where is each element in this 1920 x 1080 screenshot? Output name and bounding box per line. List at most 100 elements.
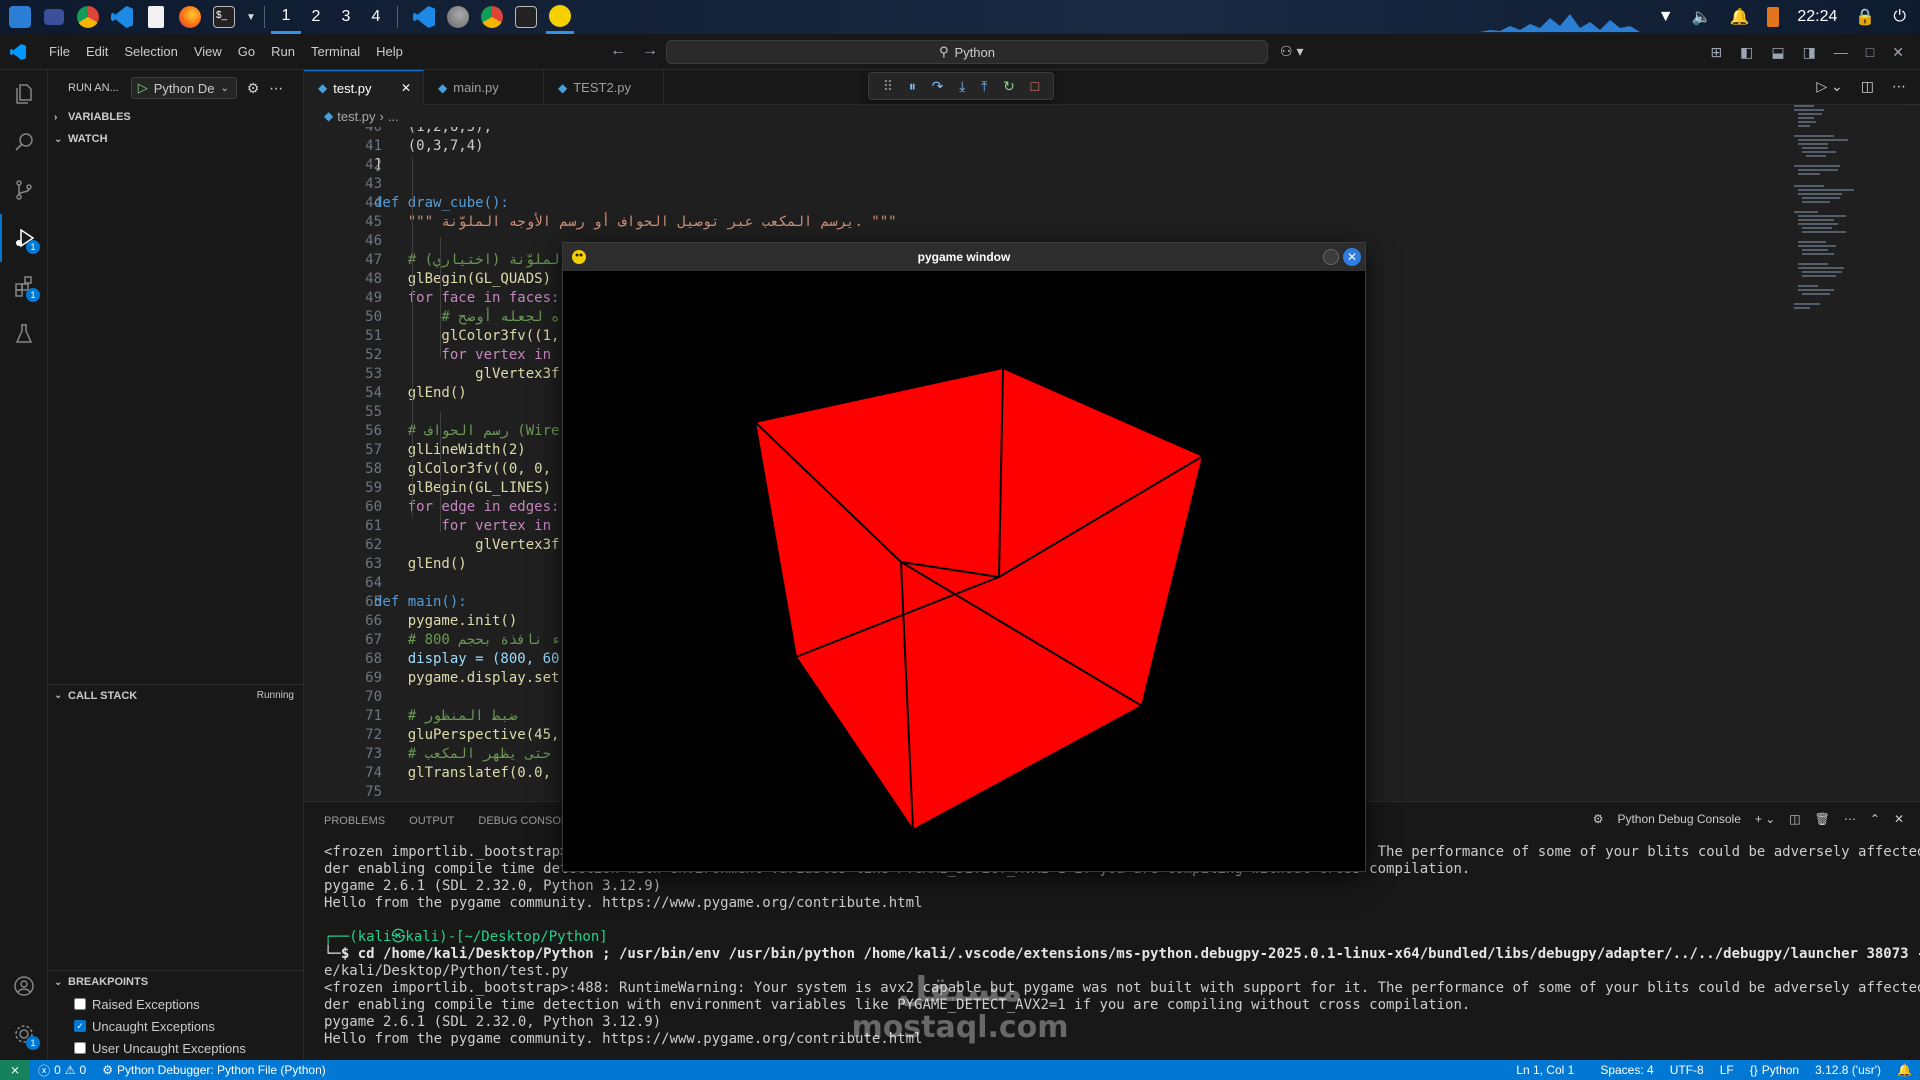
pause-icon[interactable]: ⏸ [909, 78, 916, 95]
new-terminal-icon[interactable]: + ⌄ [1755, 812, 1775, 826]
call-stack-section-header[interactable]: ⌄ CALL STACK Running [48, 684, 304, 706]
lock-icon[interactable]: 🔒 [1855, 7, 1875, 27]
account-icon[interactable] [0, 962, 48, 1010]
vscode-icon[interactable] [108, 3, 136, 31]
more-actions-icon[interactable]: ⋯ [1844, 812, 1856, 826]
source-control-icon[interactable] [0, 166, 48, 214]
menu-view[interactable]: View [187, 44, 229, 59]
pygame-titlebar[interactable]: pygame window ✕ [563, 243, 1365, 271]
search-icon[interactable] [0, 118, 48, 166]
tab-main-py[interactable]: ◆ main.py [424, 70, 544, 105]
tab-debug-console[interactable]: DEBUG CONSOLE [478, 815, 574, 827]
workspace-4[interactable]: 4 [361, 0, 391, 34]
menu-selection[interactable]: Selection [117, 44, 184, 59]
drag-handle-icon[interactable]: ⠿ [883, 78, 893, 95]
toggle-sidebar-icon[interactable]: ◧ [1740, 44, 1753, 61]
breakpoint-raised-exceptions[interactable]: Raised Exceptions [48, 993, 304, 1015]
split-editor-icon[interactable]: ◫ [1861, 78, 1874, 95]
tab-problems[interactable]: PROBLEMS [324, 815, 385, 827]
remote-indicator-icon[interactable]: ⨯ [0, 1060, 31, 1080]
workspace-2[interactable]: 2 [301, 0, 331, 34]
settings-gear-icon[interactable]: 1 [0, 1010, 48, 1058]
encoding[interactable]: UTF-8 [1662, 1063, 1712, 1077]
end-of-line[interactable]: LF [1712, 1063, 1742, 1077]
pygame-canvas[interactable] [563, 271, 1365, 871]
cursor-position[interactable]: Ln 1, Col 1 [1508, 1063, 1582, 1077]
command-center-search[interactable]: ⚲ Python [666, 40, 1268, 64]
more-actions-icon[interactable]: ⋯ [269, 80, 283, 97]
language-mode[interactable]: {} Python [1742, 1063, 1807, 1077]
clock[interactable]: 22:24 [1797, 8, 1837, 26]
firefox-icon[interactable] [176, 3, 204, 31]
copilot-icon[interactable]: ⚇ ▾ [1280, 43, 1303, 60]
debugger-status[interactable]: ⚙ Python Debugger: Python File (Python) [94, 1063, 334, 1077]
breakpoints-section-header[interactable]: ⌄ BREAKPOINTS [48, 971, 304, 993]
back-arrow-icon[interactable]: ← [610, 42, 626, 60]
notification-bell-icon[interactable]: 🔔 [1729, 7, 1749, 27]
step-into-icon[interactable]: ⤓ [959, 78, 965, 95]
breakpoint-uncaught-exceptions[interactable]: ✓ Uncaught Exceptions [48, 1015, 304, 1037]
indentation[interactable]: Spaces: 4 [1592, 1063, 1661, 1077]
volume-icon[interactable]: 🔈 [1692, 7, 1712, 27]
pygame-task-icon[interactable] [546, 0, 574, 34]
pygame-window[interactable]: pygame window ✕ [562, 242, 1366, 872]
close-button[interactable]: ✕ [1343, 248, 1361, 266]
problems-indicator[interactable]: ⓧ 0 ⚠ 0 [30, 1062, 94, 1079]
firefox-task-icon[interactable] [444, 3, 472, 31]
vscode-task-icon[interactable] [410, 3, 438, 31]
terminal-name[interactable]: Python Debug Console [1617, 812, 1740, 826]
toggle-secondary-sidebar-icon[interactable]: ◨ [1803, 44, 1816, 61]
chevron-down-icon[interactable]: ▼ [244, 3, 258, 31]
customize-layout-icon[interactable]: ⊞ [1710, 44, 1722, 61]
variables-section-header[interactable]: › VARIABLES [48, 106, 303, 128]
stop-icon[interactable]: □ [1031, 78, 1039, 94]
chrome-task-icon[interactable] [478, 3, 506, 31]
minimize-icon[interactable]: — [1834, 44, 1848, 60]
close-tab-icon[interactable]: ✕ [401, 81, 411, 95]
run-debug-icon[interactable]: 1 [0, 214, 48, 262]
close-icon[interactable]: ✕ [1892, 44, 1904, 61]
menu-file[interactable]: File [42, 44, 77, 59]
minimap[interactable] [1784, 105, 1904, 801]
terminal-output[interactable]: <frozen importlib._bootstrap>:488: Runti… [324, 844, 1920, 1048]
breakpoint-user-uncaught-exceptions[interactable]: User Uncaught Exceptions [48, 1037, 304, 1059]
watch-section-header[interactable]: ⌄ WATCH [48, 128, 303, 150]
forward-arrow-icon[interactable]: → [642, 42, 658, 60]
menu-edit[interactable]: Edit [79, 44, 115, 59]
more-actions-icon[interactable]: ⋯ [1892, 78, 1906, 95]
maximize-panel-icon[interactable]: ⌃ [1870, 812, 1880, 826]
chrome-icon[interactable] [74, 3, 102, 31]
debug-config-dropdown[interactable]: ▷ Python De ⌄ [130, 77, 237, 99]
menu-run[interactable]: Run [264, 44, 302, 59]
tab-output[interactable]: OUTPUT [409, 815, 454, 827]
step-over-icon[interactable]: ↷ [932, 78, 944, 95]
maximize-icon[interactable]: □ [1866, 44, 1874, 60]
menu-terminal[interactable]: Terminal [304, 44, 367, 59]
uncaught-exceptions-checkbox[interactable]: ✓ [74, 1020, 86, 1032]
user-uncaught-exceptions-checkbox[interactable] [74, 1042, 86, 1054]
workspace-1[interactable]: 1 [271, 0, 301, 34]
testing-flask-icon[interactable] [0, 310, 48, 358]
notifications-bell-icon[interactable]: 🔔 [1889, 1063, 1920, 1077]
python-interpreter[interactable]: 3.12.8 ('usr') [1807, 1063, 1889, 1077]
power-icon[interactable]: ⏻ [1893, 8, 1906, 26]
show-desktop-icon[interactable] [40, 3, 68, 31]
extensions-icon[interactable]: 1 [0, 262, 48, 310]
breadcrumb-file[interactable]: test.py [337, 109, 375, 124]
run-file-icon[interactable]: ▷ ⌄ [1816, 78, 1842, 95]
split-terminal-icon[interactable]: ◫ [1789, 812, 1800, 826]
minimize-button[interactable] [1323, 249, 1339, 265]
workspace-3[interactable]: 3 [331, 0, 361, 34]
tab-test-py[interactable]: ◆ test.py ✕ [304, 70, 424, 105]
menu-help[interactable]: Help [369, 44, 410, 59]
battery-icon[interactable] [1767, 7, 1780, 27]
kill-terminal-icon[interactable]: 🗑 [1815, 812, 1830, 826]
raised-exceptions-checkbox[interactable] [74, 998, 86, 1010]
explorer-icon[interactable] [0, 70, 48, 118]
text-editor-icon[interactable] [142, 3, 170, 31]
toggle-panel-icon[interactable]: ⬓ [1771, 44, 1784, 61]
terminal-task-icon[interactable] [512, 3, 540, 31]
menu-go[interactable]: Go [231, 44, 262, 59]
kali-menu-icon[interactable] [6, 3, 34, 31]
tab-test2-py[interactable]: ◆ TEST2.py [544, 70, 664, 105]
